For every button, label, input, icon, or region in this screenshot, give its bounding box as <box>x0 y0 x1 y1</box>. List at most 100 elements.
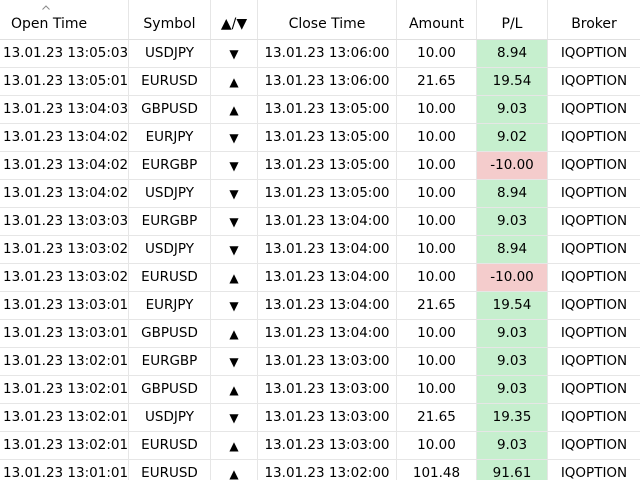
arrow-down-icon: ▼ <box>229 298 239 313</box>
cell-pl-text: 19.54 <box>492 72 532 89</box>
table-row[interactable]: 13.01.23 13:02:01 USDJPY ▼ 13.01.23 13:03:0… <box>0 404 640 432</box>
cell-broker-text: IQOPTION <box>560 464 628 480</box>
cell-close-time-text: 13.01.23 13:04:00 <box>264 212 390 229</box>
cell-amount-text: 10.00 <box>417 44 456 61</box>
cell-close-time: 13.01.23 13:03:00 <box>258 432 397 459</box>
cell-amount-text: 10.00 <box>417 128 456 145</box>
arrow-up-icon: ▲ <box>229 326 239 341</box>
cell-symbol: EURGBP <box>129 208 211 235</box>
cell-direction: ▲ <box>211 460 258 480</box>
cell-close-time: 13.01.23 13:04:00 <box>258 208 397 235</box>
cell-broker: IQOPTION <box>548 320 640 347</box>
cell-broker: IQOPTION <box>548 376 640 403</box>
cell-pl-text: 19.54 <box>492 296 532 313</box>
table-row[interactable]: 13.01.23 13:03:01 GBPUSD ▲ 13.01.23 13:04:0… <box>0 320 640 348</box>
cell-open-time-text: 13.01.23 13:04:02 <box>3 156 129 173</box>
cell-symbol-text: EURUSD <box>141 464 198 480</box>
cell-open-time-text: 13.01.23 13:05:01 <box>3 72 129 89</box>
cell-symbol: USDJPY <box>129 40 211 67</box>
cell-symbol: EURUSD <box>129 460 211 480</box>
cell-amount: 21.65 <box>397 292 477 319</box>
cell-pl-text: 8.94 <box>496 184 528 201</box>
arrow-down-icon: ▼ <box>229 410 239 425</box>
arrow-up-icon: ▲ <box>229 466 239 480</box>
cell-direction: ▲ <box>211 320 258 347</box>
table-row[interactable]: 13.01.23 13:02:01 EURUSD ▲ 13.01.23 13:03:0… <box>0 432 640 460</box>
table-row[interactable]: 13.01.23 13:01:01 EURUSD ▲ 13.01.23 13:02:0… <box>0 460 640 480</box>
table-row[interactable]: 13.01.23 13:03:02 EURUSD ▲ 13.01.23 13:04:0… <box>0 264 640 292</box>
column-header-direction[interactable]: ▲/▼ <box>211 0 258 39</box>
cell-open-time-text: 13.01.23 13:02:01 <box>3 352 129 369</box>
column-label-open-time: Open Time <box>11 16 88 32</box>
cell-close-time-text: 13.01.23 13:03:00 <box>264 436 390 453</box>
cell-pl: 9.03 <box>477 96 548 123</box>
cell-pl: 9.03 <box>477 208 548 235</box>
table-row[interactable]: 13.01.23 13:04:03 GBPUSD ▲ 13.01.23 13:05:0… <box>0 96 640 124</box>
cell-amount-text: 21.65 <box>417 408 456 425</box>
cell-amount: 10.00 <box>397 348 477 375</box>
cell-amount-text: 21.65 <box>417 296 456 313</box>
cell-close-time: 13.01.23 13:05:00 <box>258 124 397 151</box>
cell-close-time: 13.01.23 13:04:00 <box>258 320 397 347</box>
cell-symbol-text: EURJPY <box>145 296 194 313</box>
cell-close-time: 13.01.23 13:04:00 <box>258 236 397 263</box>
column-header-pl[interactable]: P/L <box>477 0 548 39</box>
table-row[interactable]: 13.01.23 13:03:03 EURGBP ▼ 13.01.23 13:04:0… <box>0 208 640 236</box>
cell-symbol: EURUSD <box>129 264 211 291</box>
table-body: 13.01.23 13:05:03 USDJPY ▼ 13.01.23 13:06:0… <box>0 40 640 480</box>
cell-pl: 91.61 <box>477 460 548 480</box>
table-row[interactable]: 13.01.23 13:02:01 EURGBP ▼ 13.01.23 13:03:0… <box>0 348 640 376</box>
cell-symbol-text: USDJPY <box>145 44 194 61</box>
cell-amount-text: 10.00 <box>417 156 456 173</box>
table-row[interactable]: 13.01.23 13:04:02 EURJPY ▼ 13.01.23 13:05:0… <box>0 124 640 152</box>
table-row[interactable]: 13.01.23 13:03:02 USDJPY ▼ 13.01.23 13:04:0… <box>0 236 640 264</box>
table-row[interactable]: 13.01.23 13:04:02 EURGBP ▼ 13.01.23 13:05:0… <box>0 152 640 180</box>
arrow-down-icon: ▼ <box>229 354 239 369</box>
cell-symbol-text: EURJPY <box>145 128 194 145</box>
column-label-symbol: Symbol <box>143 16 196 32</box>
cell-close-time: 13.01.23 13:05:00 <box>258 152 397 179</box>
cell-amount: 10.00 <box>397 40 477 67</box>
cell-open-time: 13.01.23 13:03:01 <box>0 292 129 319</box>
cell-amount: 21.65 <box>397 68 477 95</box>
cell-amount-text: 10.00 <box>417 380 456 397</box>
table-row[interactable]: 13.01.23 13:03:01 EURJPY ▼ 13.01.23 13:04:0… <box>0 292 640 320</box>
cell-amount: 10.00 <box>397 152 477 179</box>
table-row[interactable]: 13.01.23 13:05:01 EURUSD ▲ 13.01.23 13:06:0… <box>0 68 640 96</box>
cell-amount-text: 21.65 <box>417 72 456 89</box>
cell-symbol: GBPUSD <box>129 320 211 347</box>
cell-broker: IQOPTION <box>548 292 640 319</box>
column-header-symbol[interactable]: Symbol <box>129 0 211 39</box>
cell-amount: 10.00 <box>397 236 477 263</box>
table-row[interactable]: 13.01.23 13:02:01 GBPUSD ▲ 13.01.23 13:03:0… <box>0 376 640 404</box>
column-label-pl: P/L <box>501 16 523 32</box>
cell-open-time-text: 13.01.23 13:04:03 <box>3 100 129 117</box>
column-header-close-time[interactable]: Close Time <box>258 0 397 39</box>
cell-pl: 8.94 <box>477 236 548 263</box>
cell-amount-text: 101.48 <box>412 464 461 480</box>
table-row[interactable]: 13.01.23 13:04:02 USDJPY ▼ 13.01.23 13:05:0… <box>0 180 640 208</box>
cell-close-time: 13.01.23 13:05:00 <box>258 96 397 123</box>
cell-broker-text: IQOPTION <box>560 212 628 229</box>
column-header-amount[interactable]: Amount <box>397 0 477 39</box>
cell-close-time: 13.01.23 13:05:00 <box>258 180 397 207</box>
table-row[interactable]: 13.01.23 13:05:03 USDJPY ▼ 13.01.23 13:06:0… <box>0 40 640 68</box>
cell-close-time-text: 13.01.23 13:04:00 <box>264 296 390 313</box>
cell-amount: 10.00 <box>397 432 477 459</box>
cell-pl: 19.54 <box>477 292 548 319</box>
cell-direction: ▲ <box>211 376 258 403</box>
cell-amount: 10.00 <box>397 320 477 347</box>
cell-direction: ▲ <box>211 96 258 123</box>
column-label-close-time: Close Time <box>288 16 366 32</box>
cell-pl: 9.02 <box>477 124 548 151</box>
cell-amount: 10.00 <box>397 96 477 123</box>
column-header-broker[interactable]: Broker <box>548 0 640 39</box>
cell-broker: IQOPTION <box>548 152 640 179</box>
arrow-up-icon: ▲ <box>229 438 239 453</box>
arrow-down-icon: ▼ <box>229 214 239 229</box>
cell-close-time-text: 13.01.23 13:06:00 <box>264 72 390 89</box>
cell-symbol-text: USDJPY <box>145 184 194 201</box>
cell-broker: IQOPTION <box>548 208 640 235</box>
cell-close-time-text: 13.01.23 13:04:00 <box>264 240 390 257</box>
column-header-open-time[interactable]: Open Time <box>0 0 129 39</box>
